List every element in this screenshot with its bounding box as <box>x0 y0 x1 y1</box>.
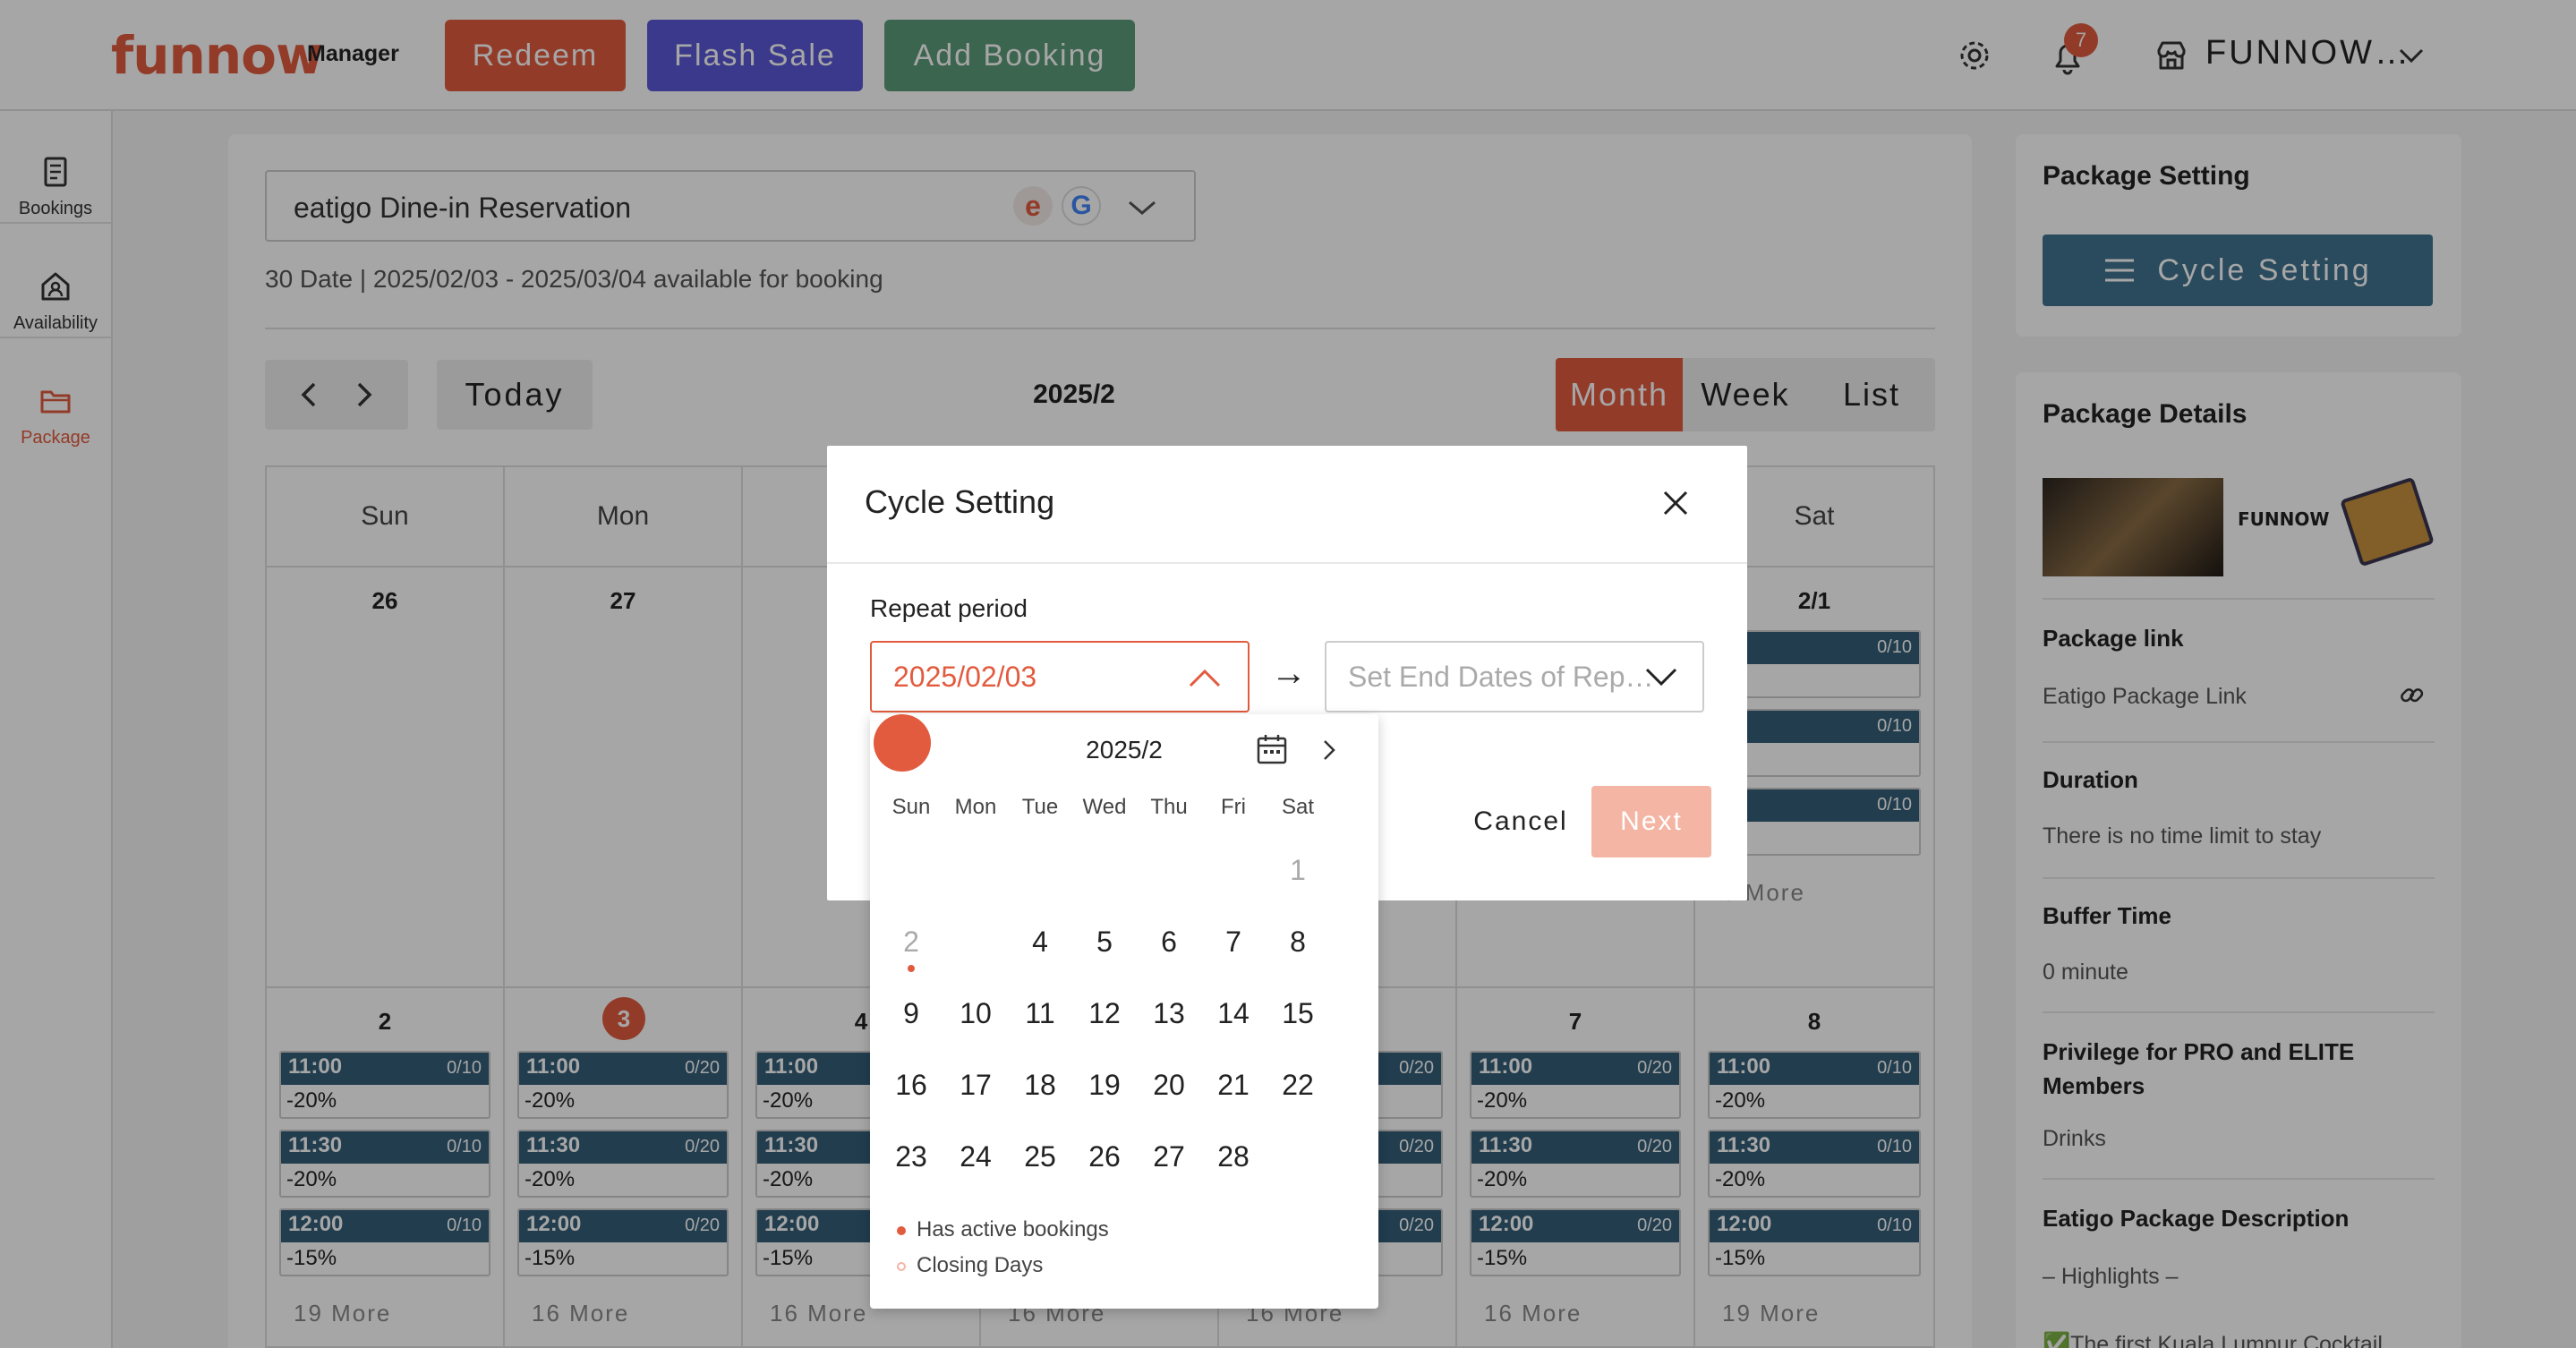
picker-day[interactable]: 23 <box>879 1128 943 1185</box>
picker-day[interactable]: 13 <box>1137 985 1201 1042</box>
picker-weekday: Mon <box>954 795 997 819</box>
divider <box>827 562 1747 564</box>
picker-day[interactable]: 4 <box>1008 913 1072 970</box>
picker-day[interactable]: 22 <box>1266 1056 1330 1113</box>
legend-closing-days: Closing Days <box>917 1253 1044 1277</box>
active-bookings-dot <box>897 1226 906 1235</box>
picker-day[interactable]: 28 <box>1201 1128 1266 1185</box>
chevron-up-icon[interactable] <box>1187 662 1223 695</box>
picker-day[interactable]: 2 <box>879 913 943 970</box>
cancel-button[interactable]: Cancel <box>1436 786 1606 857</box>
next-button[interactable]: Next <box>1591 786 1711 857</box>
chevron-down-icon[interactable] <box>1643 661 1679 693</box>
picker-weekday: Fri <box>1221 795 1246 819</box>
closing-days-dot <box>897 1262 906 1271</box>
picker-day[interactable]: 17 <box>943 1056 1008 1113</box>
picker-day[interactable]: 26 <box>1072 1128 1137 1185</box>
picker-day[interactable]: 19 <box>1072 1056 1137 1113</box>
start-date-field[interactable]: 2025/02/03 <box>870 641 1250 712</box>
arrow-right-icon: → <box>1271 653 1307 693</box>
calendar-icon[interactable] <box>1255 732 1289 766</box>
picker-day[interactable]: 15 <box>1266 985 1330 1042</box>
picker-weekday: Wed <box>1082 795 1127 819</box>
picker-day[interactable]: 16 <box>879 1056 943 1113</box>
picker-weekday: Thu <box>1150 795 1188 819</box>
picker-day[interactable]: 5 <box>1072 913 1137 970</box>
legend-active-bookings: Has active bookings <box>917 1217 1109 1241</box>
picker-day[interactable]: 1 <box>1266 841 1330 899</box>
date-picker: 2025/2 Has active bookings Closing Days … <box>870 714 1378 1309</box>
picker-month-title: 2025/2 <box>1086 736 1163 764</box>
close-icon[interactable] <box>1656 483 1695 523</box>
start-date-value: 2025/02/03 <box>893 661 1037 693</box>
picker-day[interactable]: 27 <box>1137 1128 1201 1185</box>
picker-day[interactable]: 8 <box>1266 913 1330 970</box>
repeat-period-label: Repeat period <box>870 594 1028 622</box>
end-date-placeholder: Set End Dates of Rep… <box>1348 661 1654 693</box>
picker-day[interactable]: 6 <box>1137 913 1201 970</box>
picker-day[interactable]: 24 <box>943 1128 1008 1185</box>
picker-day[interactable]: 10 <box>943 985 1008 1042</box>
picker-weekday: Sun <box>891 795 931 819</box>
picker-weekday: Tue <box>1021 795 1059 819</box>
picker-day[interactable]: 20 <box>1137 1056 1201 1113</box>
picker-day[interactable]: 3 <box>943 913 1008 970</box>
picker-day[interactable]: 9 <box>879 985 943 1042</box>
selected-day-highlight <box>874 714 931 772</box>
picker-day[interactable]: 11 <box>1008 985 1072 1042</box>
picker-day[interactable]: 21 <box>1201 1056 1266 1113</box>
picker-day[interactable]: 12 <box>1072 985 1137 1042</box>
chevron-right-icon[interactable] <box>1318 736 1339 764</box>
picker-day[interactable]: 18 <box>1008 1056 1072 1113</box>
picker-day[interactable]: 14 <box>1201 985 1266 1042</box>
picker-day[interactable]: 7 <box>1201 913 1266 970</box>
modal-title: Cycle Setting <box>865 483 1055 520</box>
picker-day[interactable]: 25 <box>1008 1128 1072 1185</box>
picker-weekday: Sat <box>1281 795 1315 819</box>
